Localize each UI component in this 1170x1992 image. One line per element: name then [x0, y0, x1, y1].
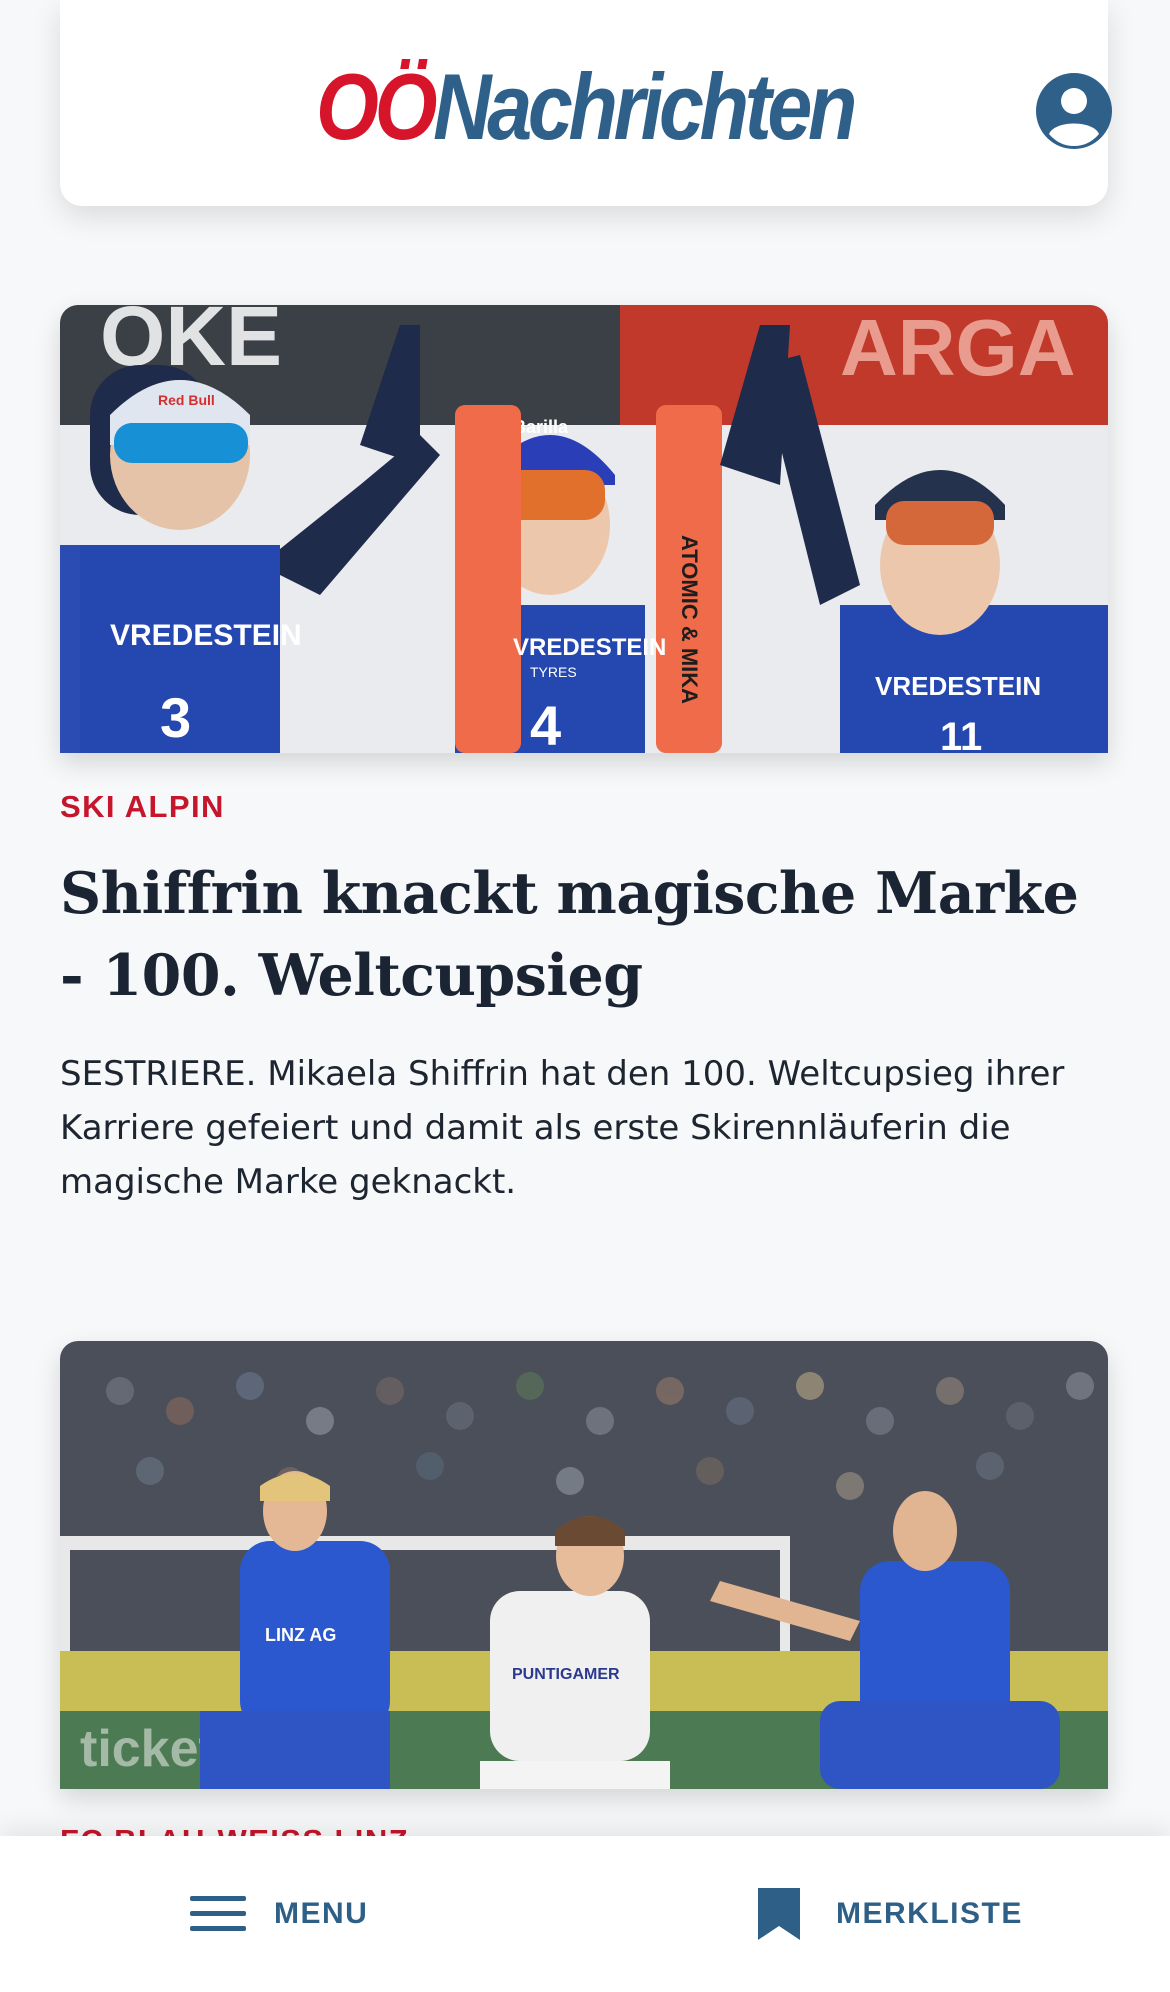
oon-logo[interactable]: OÖ Nachrichten	[316, 52, 857, 162]
logo-nachrichten: Nachrichten	[433, 54, 857, 159]
menu-button[interactable]: MENU	[190, 1884, 368, 1944]
user-circle-icon[interactable]	[1035, 72, 1113, 150]
article-kicker[interactable]: SKI ALPIN	[60, 789, 225, 825]
helmet-left-text: Red Bull	[158, 392, 215, 408]
article-image-football[interactable]: tickets LINZ AG PUNTIGAMER	[60, 1341, 1108, 1789]
article-title[interactable]: Shiffrin knackt magische Marke - 100. We…	[60, 853, 1100, 1017]
bib-right-sponsor: VREDESTEIN	[875, 671, 1041, 701]
article-image-ski[interactable]: OKE ARGA Red Bull VREDESTEIN 3 Barilla A…	[60, 305, 1108, 753]
bib-center-sub: TYRES	[530, 664, 577, 680]
article-teaser: SESTRIERE. Mikaela Shiffrin hat den 100.…	[60, 1054, 1065, 1202]
ski-text: ATOMIC & MIKA	[677, 535, 702, 704]
logo-oo: OÖ	[316, 54, 437, 159]
helmet-center-text: Barilla	[513, 417, 569, 437]
article-card[interactable]: tickets LINZ AG PUNTIGAMER FC BLAU-WEISS…	[60, 1341, 1108, 1858]
bib-center-sponsor: VREDESTEIN	[513, 634, 666, 661]
merkliste-label: MERKLISTE	[836, 1897, 1023, 1930]
article-card[interactable]: OKE ARGA Red Bull VREDESTEIN 3 Barilla A…	[60, 305, 1108, 1205]
svg-text:ARGA: ARGA	[840, 305, 1076, 392]
jersey-sponsor: LINZ AG	[265, 1625, 336, 1645]
bookmark-icon	[758, 1888, 800, 1940]
merkliste-button[interactable]: MERKLISTE	[756, 1884, 1023, 1944]
bottom-nav: MENU MERKLISTE	[0, 1836, 1170, 1992]
bib-number-center: 4	[530, 694, 561, 753]
bib-number-right: 11	[940, 715, 982, 753]
site-header: OÖ Nachrichten	[60, 0, 1112, 206]
menu-label: MENU	[274, 1897, 369, 1930]
bib-number-left: 3	[160, 686, 191, 749]
jersey-text: PUNTIGAMER	[512, 1666, 620, 1683]
hamburger-icon	[190, 1896, 246, 1931]
bib-left-sponsor: VREDESTEIN	[110, 619, 302, 652]
